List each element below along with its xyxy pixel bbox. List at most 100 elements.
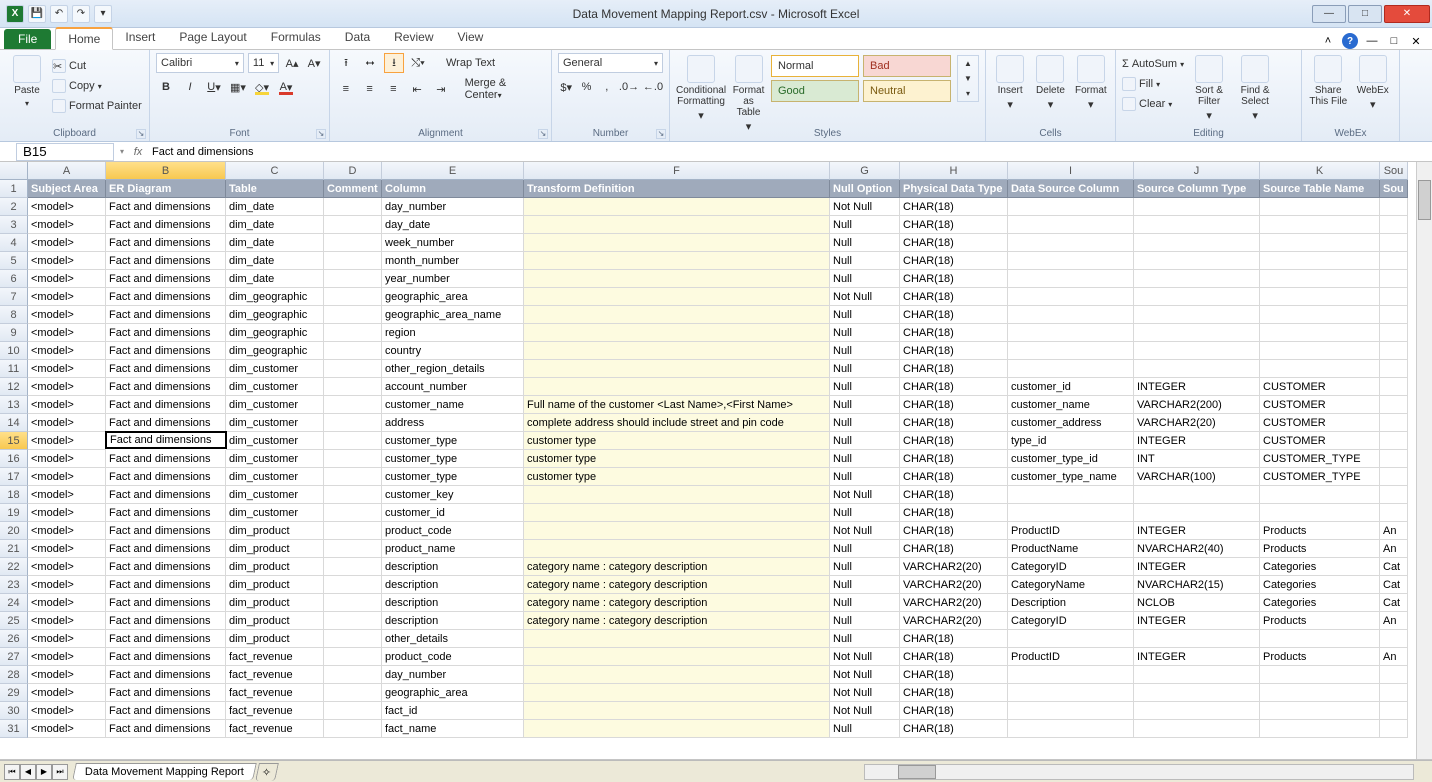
formula-input[interactable]: Fact and dimensions [148,146,1432,158]
cell[interactable] [1134,504,1260,522]
cell[interactable]: Null [830,252,900,270]
cell[interactable] [1008,342,1134,360]
cell[interactable]: Not Null [830,486,900,504]
borders-button[interactable]: ▦▾ [228,77,248,97]
cell[interactable] [1260,504,1380,522]
dialog-launcher-icon[interactable]: ↘ [656,129,666,139]
cell[interactable] [524,630,830,648]
mdi-close-icon[interactable]: ✕ [1408,33,1424,49]
cell[interactable] [1134,252,1260,270]
cell[interactable]: ProductID [1008,648,1134,666]
cell[interactable]: CHAR(18) [900,720,1008,738]
row-header[interactable]: 11 [0,360,28,378]
minimize-button[interactable]: — [1312,5,1346,23]
cell[interactable] [324,504,382,522]
cell[interactable]: Fact and dimensions [106,558,226,576]
cell[interactable]: Fact and dimensions [106,396,226,414]
cell[interactable]: Null [830,720,900,738]
cell[interactable] [1380,504,1408,522]
cell[interactable]: <model> [28,702,106,720]
cell[interactable]: Fact and dimensions [106,702,226,720]
row-header[interactable]: 24 [0,594,28,612]
cell[interactable]: VARCHAR2(20) [900,594,1008,612]
styles-expand-icon[interactable]: ▾ [958,86,978,101]
cell[interactable]: Not Null [830,288,900,306]
cell[interactable]: product_code [382,522,524,540]
decrease-indent-icon[interactable]: ⇤ [407,79,427,99]
cell[interactable] [324,252,382,270]
cell[interactable]: Fact and dimensions [106,270,226,288]
row-header[interactable]: 1 [0,180,28,198]
column-header[interactable]: A [28,162,106,180]
cell[interactable]: CHAR(18) [900,288,1008,306]
cell[interactable]: fact_revenue [226,702,324,720]
table-header-cell[interactable]: Null Option [830,180,900,198]
maximize-button[interactable]: □ [1348,5,1382,23]
cell[interactable]: month_number [382,252,524,270]
cell[interactable]: <model> [28,234,106,252]
cell[interactable]: dim_product [226,630,324,648]
cell[interactable] [1380,396,1408,414]
cell[interactable]: category name : category description [524,558,830,576]
cell[interactable]: Fact and dimensions [106,324,226,342]
cell[interactable] [1380,684,1408,702]
cell[interactable] [1008,630,1134,648]
cell[interactable]: CHAR(18) [900,468,1008,486]
tab-page-layout[interactable]: Page Layout [167,27,258,49]
cell[interactable]: INTEGER [1134,432,1260,450]
column-header[interactable]: G [830,162,900,180]
cell[interactable] [1134,216,1260,234]
cell[interactable]: CHAR(18) [900,432,1008,450]
cell[interactable] [324,684,382,702]
spreadsheet-grid[interactable]: ABCDEFGHIJKSou1Subject AreaER DiagramTab… [0,162,1432,760]
cell[interactable]: dim_customer [226,378,324,396]
cell[interactable] [324,558,382,576]
cell[interactable]: complete address should include street a… [524,414,830,432]
cell[interactable] [1260,252,1380,270]
cell[interactable]: CHAR(18) [900,216,1008,234]
cell[interactable] [524,360,830,378]
cell[interactable] [324,594,382,612]
dialog-launcher-icon[interactable]: ↘ [316,129,326,139]
cell[interactable] [1260,486,1380,504]
cell[interactable]: Fact and dimensions [106,630,226,648]
cell[interactable] [524,504,830,522]
copy-button[interactable]: Copy▾ [52,77,142,95]
tab-review[interactable]: Review [382,27,445,49]
cell[interactable] [1380,324,1408,342]
wrap-text-button[interactable]: Wrap Text [446,57,495,69]
cell[interactable]: Fact and dimensions [106,540,226,558]
cell[interactable] [524,288,830,306]
cell[interactable]: CUSTOMER_TYPE [1260,450,1380,468]
cell[interactable]: CHAR(18) [900,324,1008,342]
cell[interactable]: Products [1260,612,1380,630]
cell[interactable]: <model> [28,396,106,414]
row-header[interactable]: 3 [0,216,28,234]
autosum-button[interactable]: ΣAutoSum▾ [1122,55,1184,73]
cell[interactable]: Null [830,558,900,576]
cell[interactable] [1260,288,1380,306]
column-header[interactable]: E [382,162,524,180]
cell[interactable]: dim_product [226,522,324,540]
cell[interactable] [324,342,382,360]
cell[interactable]: Cat [1380,594,1408,612]
cell[interactable] [524,198,830,216]
cell[interactable]: product_name [382,540,524,558]
row-header[interactable]: 9 [0,324,28,342]
cell[interactable]: Fact and dimensions [106,342,226,360]
cell[interactable]: Fact and dimensions [106,216,226,234]
cell[interactable]: An [1380,648,1408,666]
cell[interactable]: Not Null [830,648,900,666]
sort-filter-button[interactable]: Sort & Filter▾ [1188,53,1230,122]
cell[interactable]: category name : category description [524,576,830,594]
cell[interactable]: Categories [1260,594,1380,612]
cell[interactable] [1008,306,1134,324]
cell[interactable] [1008,198,1134,216]
close-button[interactable]: ✕ [1384,5,1430,23]
sheet-nav-first-icon[interactable]: ⏮ [4,764,20,780]
cell[interactable]: dim_customer [226,360,324,378]
cell[interactable]: CHAR(18) [900,396,1008,414]
cell[interactable] [1008,666,1134,684]
cell[interactable] [1134,234,1260,252]
shrink-font-icon[interactable]: A▾ [305,53,323,73]
